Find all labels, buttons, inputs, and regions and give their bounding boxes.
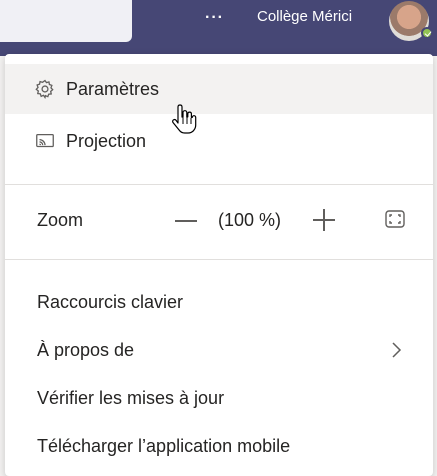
about-label: À propos de	[37, 339, 135, 360]
presence-available-icon	[421, 27, 433, 39]
cast-menu-item[interactable]: Projection	[5, 118, 433, 164]
settings-menu: Paramètres Projection Zoom (100 %) Racco…	[5, 54, 433, 476]
divider	[5, 184, 433, 185]
hand-cursor-icon	[172, 104, 197, 134]
more-options-button[interactable]: ···	[205, 9, 224, 27]
minus-icon[interactable]	[175, 220, 197, 222]
gear-icon	[34, 78, 56, 100]
settings-menu-item[interactable]: Paramètres	[5, 64, 433, 114]
chevron-right-icon	[389, 339, 403, 361]
check-updates-menu-item[interactable]: Vérifier les mises à jour	[5, 378, 433, 418]
download-mobile-app-label: Télécharger l’application mobile	[37, 435, 291, 456]
zoom-label: Zoom	[37, 210, 84, 230]
plus-icon[interactable]	[313, 209, 335, 231]
keyboard-shortcuts-menu-item[interactable]: Raccourcis clavier	[5, 282, 433, 322]
fullscreen-icon[interactable]	[385, 210, 405, 228]
zoom-row: Zoom (100 %)	[5, 204, 433, 238]
check-updates-label: Vérifier les mises à jour	[37, 387, 225, 408]
download-mobile-app-menu-item[interactable]: Télécharger l’application mobile	[5, 426, 433, 466]
keyboard-shortcuts-label: Raccourcis clavier	[37, 291, 184, 312]
search-box[interactable]	[0, 0, 132, 42]
settings-label: Paramètres	[66, 78, 160, 99]
title-bar: ··· Collège Mérici	[0, 0, 437, 56]
cast-icon	[34, 130, 56, 152]
divider	[5, 259, 433, 260]
about-menu-item[interactable]: À propos de	[5, 329, 433, 371]
zoom-level: (100 %)	[218, 210, 282, 230]
organization-name[interactable]: Collège Mérici	[257, 8, 352, 25]
cast-label: Projection	[66, 130, 147, 151]
